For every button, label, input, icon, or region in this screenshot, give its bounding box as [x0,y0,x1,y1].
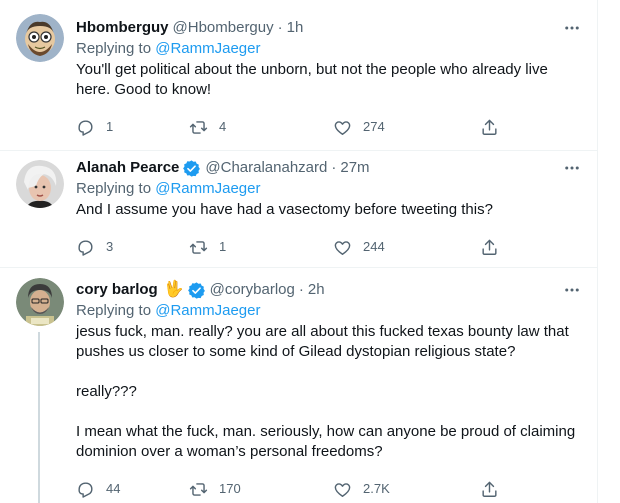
avatar[interactable] [16,278,64,326]
retweet-count: 1 [219,239,227,254]
timestamp[interactable]: 2h [308,280,325,300]
more-icon[interactable] [562,18,582,38]
share-button[interactable] [480,117,499,137]
retweet-count: 4 [219,119,227,134]
share-button[interactable] [480,237,499,257]
like-count: 274 [363,119,385,134]
replying-to: Replying to @RammJaeger [76,301,582,321]
user-handle[interactable]: @corybarlog [210,280,295,300]
user-handle[interactable]: @Hbomberguy [173,18,274,38]
retweet-button[interactable]: 170 [189,479,241,499]
tweet-actions: 3 1 244 [76,237,516,257]
tweet-text: jesus fuck, man. really? you are all abo… [76,322,582,462]
tweet[interactable]: Hbomberguy @Hbomberguy · 1h Replying to … [0,0,598,151]
timestamp[interactable]: 27m [340,158,369,178]
tweet-header: cory barlog 🖖 @corybarlog · 2h [76,280,582,300]
heart-icon [334,482,351,497]
vulcan-salute-emoji: 🖖 [163,281,184,298]
share-icon [482,481,497,497]
tweet-text: You'll get political about the unborn, b… [76,60,582,100]
tweet-paragraph: jesus fuck, man. really? you are all abo… [76,323,569,360]
display-name[interactable]: cory barlog [76,280,158,300]
tweet-actions: 1 4 274 [76,117,516,137]
tweet-text: And I assume you have had a vasectomy be… [76,200,582,220]
reply-icon [78,481,93,498]
share-icon [482,239,497,255]
retweet-icon [189,482,208,496]
share-icon [482,119,497,135]
tweet[interactable]: Alanah Pearce @Charalanahzard · 27m Repl… [0,151,598,268]
tweet-feed: Hbomberguy @Hbomberguy · 1h Replying to … [0,0,598,503]
tweet-actions: 44 170 2.7K [76,479,516,499]
reply-icon [78,239,93,256]
retweet-button[interactable]: 4 [189,117,226,137]
tweet-paragraph: I mean what the fuck, man. seriously, ho… [76,423,576,460]
display-name[interactable]: Alanah Pearce [76,158,179,178]
heart-icon [334,240,351,255]
reply-button[interactable]: 3 [76,237,113,257]
tweet-paragraph: And I assume you have had a vasectomy be… [76,201,493,218]
like-button[interactable]: 244 [333,237,385,257]
like-count: 2.7K [363,481,390,496]
tweet-header: Hbomberguy @Hbomberguy · 1h [76,18,582,38]
tweet-content: cory barlog 🖖 @corybarlog · 2h Replying … [76,280,582,498]
display-name[interactable]: Hbomberguy [76,18,169,38]
like-count: 244 [363,239,385,254]
separator-dot: · [277,19,283,36]
replying-to-link[interactable]: @RammJaeger [155,180,260,197]
share-button[interactable] [480,479,499,499]
user-handle[interactable]: @Charalanahzard [205,158,327,178]
verified-badge-icon [187,281,205,299]
replying-to: Replying to @RammJaeger [76,179,582,199]
reply-count: 44 [106,481,121,496]
tweet-content: Alanah Pearce @Charalanahzard · 27m Repl… [76,158,582,256]
replying-to-label: Replying to [76,302,156,319]
reply-count: 1 [106,119,114,134]
replying-to-label: Replying to [76,180,156,197]
separator-dot: · [331,159,337,176]
reply-icon [78,119,93,136]
retweet-button[interactable]: 1 [189,237,226,257]
like-button[interactable]: 274 [333,117,385,137]
thread-line [38,332,40,503]
heart-icon [334,120,351,135]
avatar[interactable] [16,14,64,62]
reply-count: 3 [106,239,114,254]
reply-button[interactable]: 44 [76,479,120,499]
retweet-count: 170 [219,481,241,496]
replying-to-link[interactable]: @RammJaeger [155,302,260,319]
more-icon[interactable] [562,158,582,178]
reply-button[interactable]: 1 [76,117,113,137]
tweet[interactable]: cory barlog 🖖 @corybarlog · 2h Replying … [0,268,598,503]
tweet-content: Hbomberguy @Hbomberguy · 1h Replying to … [76,18,582,136]
timestamp[interactable]: 1h [287,18,304,38]
tweet-paragraph: You'll get political about the unborn, b… [76,61,548,98]
separator-dot: · [298,281,304,298]
replying-to-link[interactable]: @RammJaeger [155,40,260,57]
retweet-icon [189,240,208,254]
like-button[interactable]: 2.7K [333,479,390,499]
tweet-paragraph: really??? [76,383,137,400]
verified-badge-icon [183,159,201,177]
avatar[interactable] [16,160,64,208]
tweet-header: Alanah Pearce @Charalanahzard · 27m [76,158,582,178]
replying-to-label: Replying to [76,40,156,57]
more-icon[interactable] [562,280,582,300]
replying-to: Replying to @RammJaeger [76,39,582,59]
retweet-icon [189,120,208,134]
